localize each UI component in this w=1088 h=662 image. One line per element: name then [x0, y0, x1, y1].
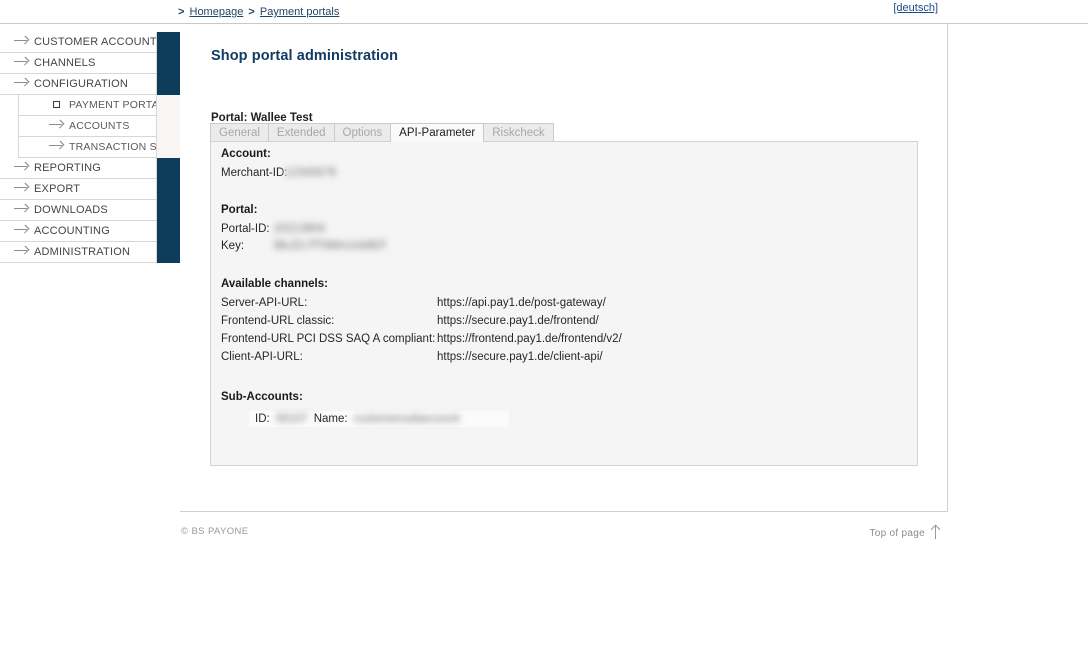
sidebar-accent-block: [156, 32, 180, 53]
page-title: Shop portal administration: [211, 48, 399, 64]
sidebar-item-accounting[interactable]: ACCOUNTING: [0, 221, 180, 242]
tab-extended[interactable]: Extended: [267, 123, 335, 142]
subaccount-row: ID: 56107 Name: customersubaccount: [249, 411, 509, 427]
channels-section-heading: Available channels:: [221, 278, 328, 290]
key-value: BbJZc7fT6MnUcb8EF: [274, 240, 388, 252]
sidebar-accent-block: [156, 179, 180, 200]
sidebar-accent-block: [156, 53, 180, 74]
sidebar-item-label: ADMINISTRATION: [34, 246, 131, 258]
client-api-url-label: Client-API-URL:: [221, 351, 303, 363]
sidebar-item-payment-portals[interactable]: PAYMENT PORTALS: [18, 95, 180, 116]
sidebar-item-reporting[interactable]: REPORTING: [0, 158, 180, 179]
sidebar-item-label: DOWNLOADS: [34, 204, 108, 216]
frontend-url-pci-label: Frontend-URL PCI DSS SAQ A compliant:: [221, 333, 436, 345]
arrow-up-icon: [931, 525, 940, 539]
arrow-right-icon: [14, 205, 34, 216]
sidebar-item-accounts[interactable]: ACCOUNTS: [18, 116, 180, 137]
subaccount-name-value: customersubaccount: [353, 413, 460, 425]
sidebar-item-export[interactable]: EXPORT: [0, 179, 180, 200]
sidebar-accent-block: [156, 242, 180, 263]
sidebar-item-label: CONFIGURATION: [34, 78, 129, 90]
sidebar-accent-block: [156, 158, 180, 179]
top-bar: > Homepage > Payment portals [deutsch]: [0, 0, 1088, 24]
frontend-url-classic-label: Frontend-URL classic:: [221, 315, 335, 327]
sidebar-accent-block: [156, 221, 180, 242]
portal-section-heading: Portal:: [221, 204, 258, 216]
sidebar-item-configuration[interactable]: CONFIGURATION: [0, 74, 180, 95]
arrow-right-icon: [14, 163, 34, 174]
breadcrumb: > Homepage > Payment portals: [176, 6, 339, 18]
frontend-url-pci-value: https://frontend.pay1.de/frontend/v2/: [437, 333, 622, 345]
language-switch-link-deutsch[interactable]: [deutsch]: [893, 2, 938, 14]
subaccount-id-value: 56107: [275, 413, 308, 425]
square-marker-icon: [49, 100, 69, 111]
arrow-right-icon: [14, 58, 34, 69]
sidebar-item-label: CHANNELS: [34, 57, 96, 69]
arrow-right-icon: [49, 121, 69, 132]
sidebar-item-label: CUSTOMER ACCOUNTS: [34, 36, 165, 48]
language-switch: [deutsch]: [893, 2, 938, 14]
sidebar-item-downloads[interactable]: DOWNLOADS: [0, 200, 180, 221]
sidebar-accent-block: [156, 116, 180, 137]
subaccount-id-label: ID:: [255, 413, 270, 425]
sidebar-item-channels[interactable]: CHANNELS: [0, 53, 180, 74]
sidebar-item-label: ACCOUNTS: [69, 120, 130, 132]
tab-api-parameter[interactable]: API-Parameter: [390, 123, 485, 142]
sidebar-item-label: REPORTING: [34, 162, 101, 174]
server-api-url-label: Server-API-URL:: [221, 297, 308, 309]
sidebar-item-customer-accounts[interactable]: CUSTOMER ACCOUNTS: [0, 32, 180, 53]
arrow-right-icon: [49, 142, 69, 153]
arrow-right-icon: [14, 184, 34, 195]
tab-options[interactable]: Options: [333, 123, 392, 142]
content-frame: Shop portal administration Portal: Walle…: [180, 24, 948, 512]
frontend-url-classic-value: https://secure.pay1.de/frontend/: [437, 315, 599, 327]
arrow-right-icon: [14, 247, 34, 258]
account-section-heading: Account:: [221, 148, 271, 160]
tab-riskcheck[interactable]: Riskcheck: [483, 123, 554, 142]
merchant-id-value: 12345678: [285, 167, 337, 179]
sidebar-accent-block: [156, 200, 180, 221]
tab-bar: General Extended Options API-Parameter R…: [210, 122, 554, 142]
top-of-page-label: Top of page: [869, 528, 925, 539]
breadcrumb-link-homepage[interactable]: Homepage: [190, 6, 244, 18]
merchant-id-label: Merchant-ID:: [221, 167, 288, 179]
sidebar-subgroup-configuration: PAYMENT PORTALS ACCOUNTS TRANSACTION STA…: [18, 95, 190, 158]
app-root: > Homepage > Payment portals [deutsch] C…: [0, 0, 1088, 662]
sidebar-accent-block: [156, 137, 180, 158]
arrow-right-icon: [14, 79, 34, 90]
sidebar-item-administration[interactable]: ADMINISTRATION: [0, 242, 180, 263]
subaccounts-section-heading: Sub-Accounts:: [221, 391, 303, 403]
sidebar-item-label: ACCOUNTING: [34, 225, 110, 237]
sidebar: CUSTOMER ACCOUNTS CHANNELS CONFIGURATION…: [0, 32, 190, 263]
client-api-url-value: https://secure.pay1.de/client-api/: [437, 351, 603, 363]
breadcrumb-separator: >: [248, 6, 255, 18]
portal-id-value: 20213804: [274, 223, 326, 235]
arrow-right-icon: [14, 226, 34, 237]
breadcrumb-leading-separator: >: [178, 6, 185, 18]
breadcrumb-link-payment-portals[interactable]: Payment portals: [260, 6, 339, 18]
portal-id-label: Portal-ID:: [221, 223, 270, 235]
key-label: Key:: [221, 240, 245, 252]
sidebar-item-transaction-status[interactable]: TRANSACTION STATUS: [18, 137, 190, 158]
sidebar-accent-block: [156, 95, 180, 116]
tab-general[interactable]: General: [210, 123, 269, 142]
footer-copyright: © BS PAYONE: [181, 526, 249, 537]
arrow-right-icon: [14, 37, 34, 48]
subaccount-name-label: Name:: [313, 413, 348, 425]
top-of-page-link[interactable]: Top of page: [869, 525, 940, 539]
api-parameter-panel: Account: Merchant-ID: 12345678 Portal: P…: [210, 141, 918, 466]
sidebar-accent-block: [156, 74, 180, 95]
server-api-url-value: https://api.pay1.de/post-gateway/: [437, 297, 606, 309]
sidebar-item-label: EXPORT: [34, 183, 81, 195]
